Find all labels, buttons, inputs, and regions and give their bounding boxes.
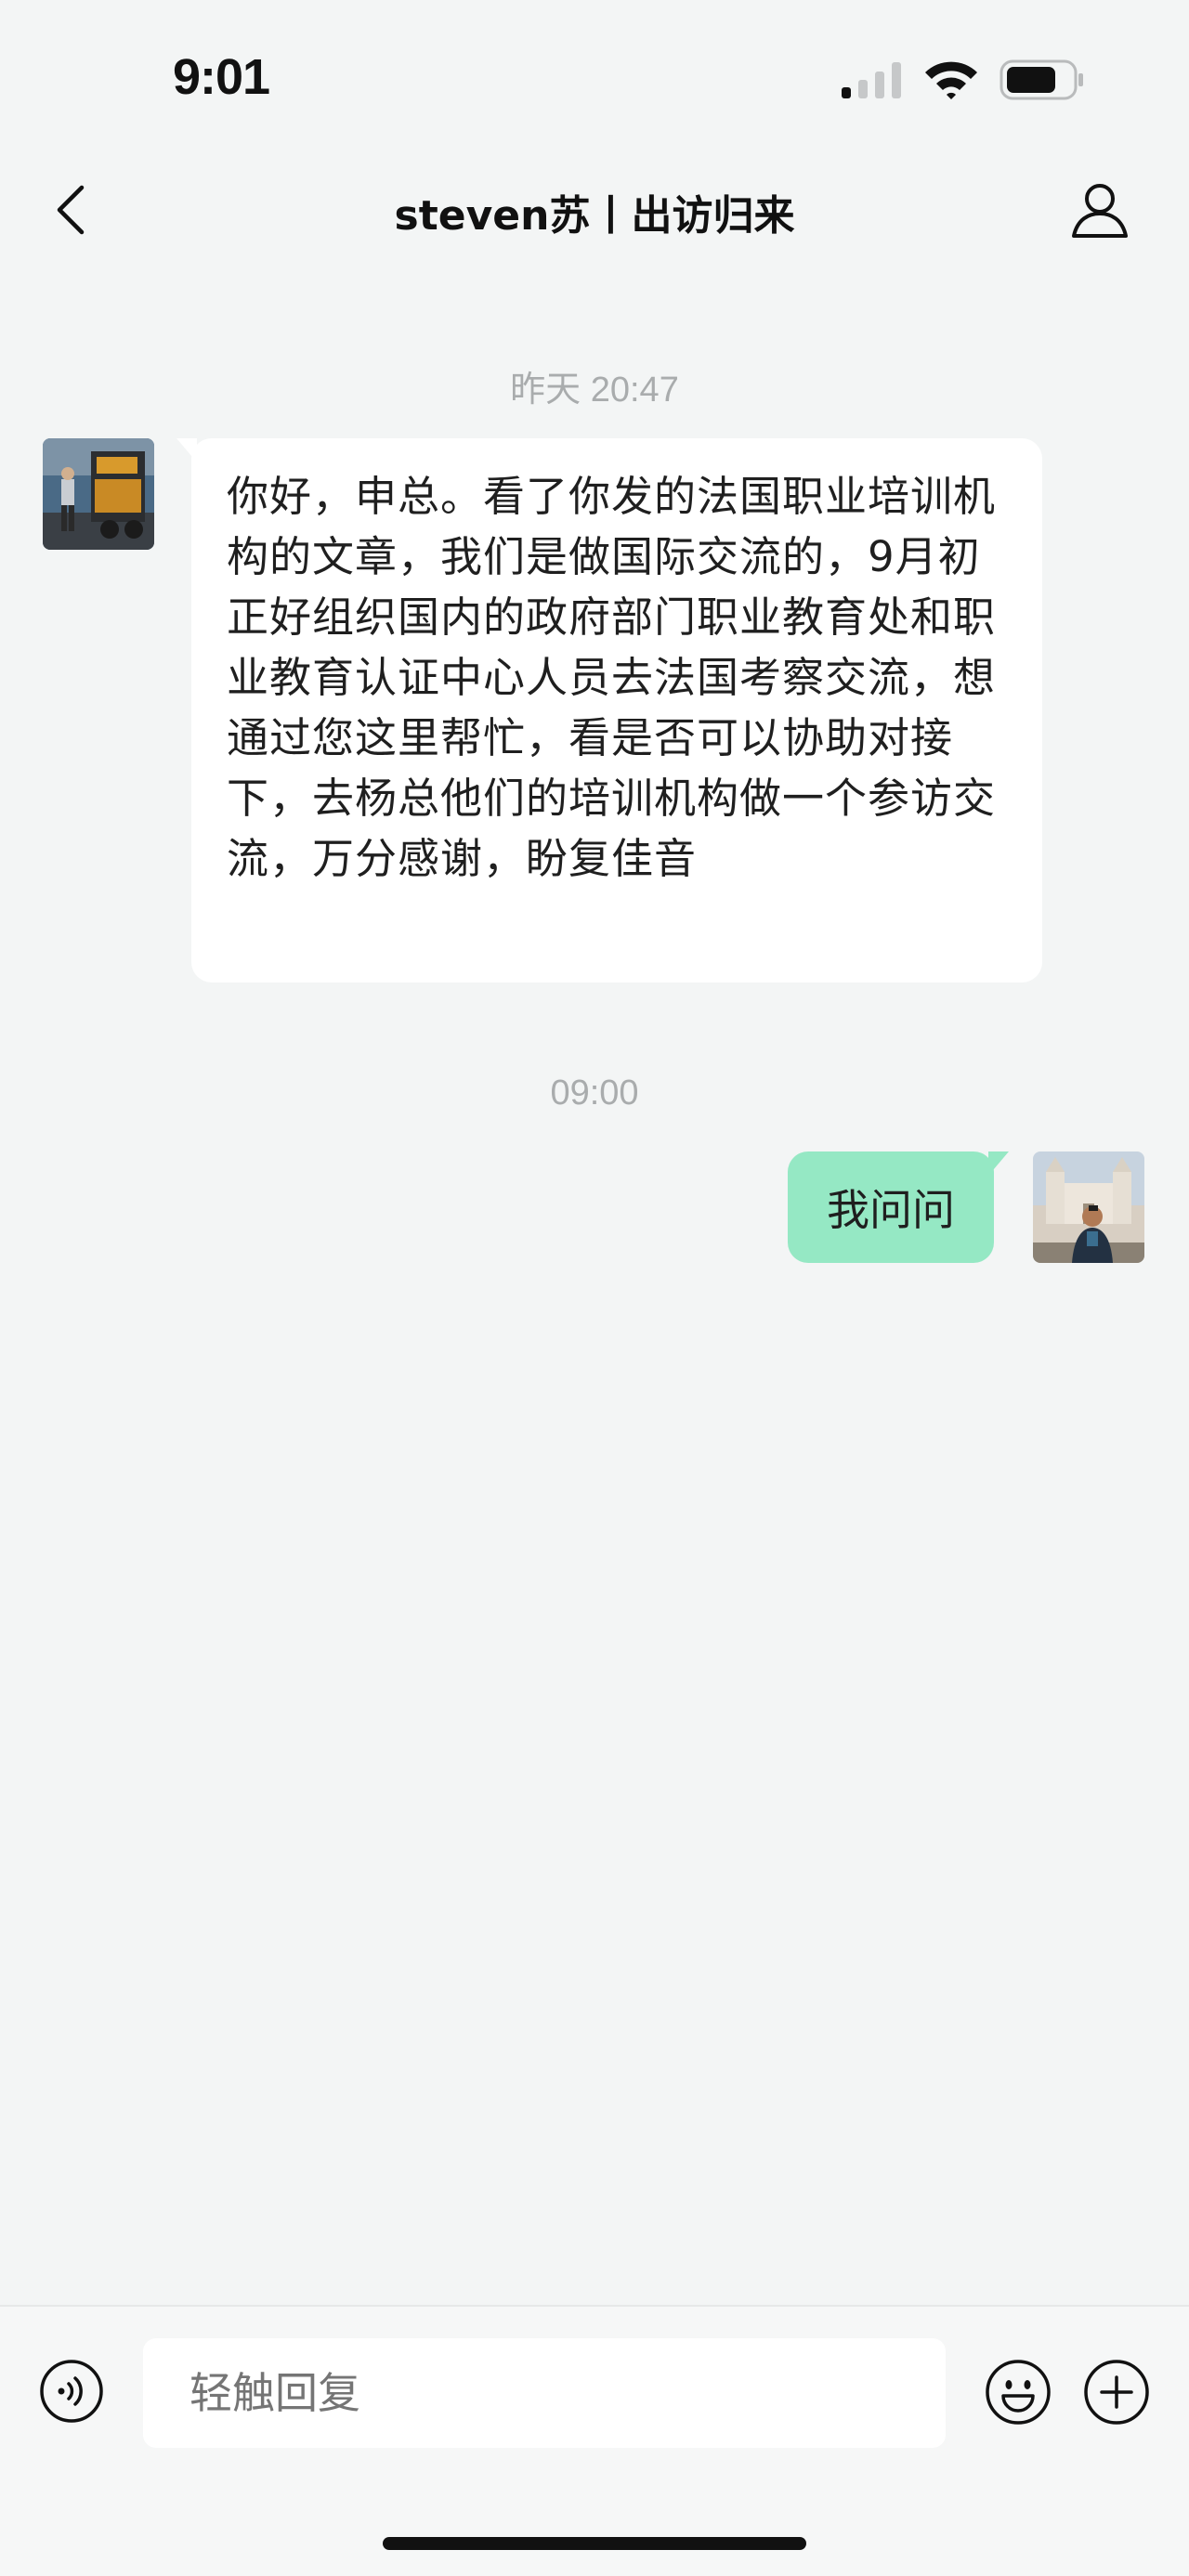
plus-icon[interactable]	[1083, 2359, 1150, 2426]
message-timestamp: 昨天 20:47	[510, 371, 679, 410]
input-bar	[0, 2305, 1189, 2576]
battery-icon	[1000, 59, 1083, 100]
emoji-icon[interactable]	[985, 2359, 1052, 2426]
chat-screen: 9:01 steven苏丨出访归来 昨天 20:47 你好，申总。看了你发的法国…	[0, 0, 1189, 2576]
message-text: 你好，申总。看了你发的法国职业培训机构的文章，我们是做国际交流的，9月初正好组织…	[227, 472, 997, 883]
wifi-icon	[925, 61, 977, 99]
message-text: 我问问	[827, 1185, 955, 1235]
reply-input[interactable]	[143, 2338, 946, 2448]
nav-bar: steven苏丨出访归来	[0, 158, 1189, 260]
my-avatar[interactable]	[1033, 1151, 1144, 1263]
status-time: 9:01	[173, 49, 270, 105]
home-indicator	[383, 2537, 806, 2550]
status-bar: 9:01	[0, 0, 1189, 139]
profile-icon[interactable]	[1070, 180, 1130, 240]
incoming-message-bubble[interactable]: 你好，申总。看了你发的法国职业培训机构的文章，我们是做国际交流的，9月初正好组织…	[176, 438, 1042, 982]
message-timestamp: 09:00	[550, 1073, 639, 1112]
chat-title: steven苏丨出访归来	[394, 192, 795, 240]
voice-icon[interactable]	[39, 2359, 104, 2424]
outgoing-message-bubble[interactable]: 我问问	[788, 1151, 1009, 1263]
contact-avatar[interactable]	[43, 438, 154, 550]
signal-icon	[842, 62, 901, 98]
